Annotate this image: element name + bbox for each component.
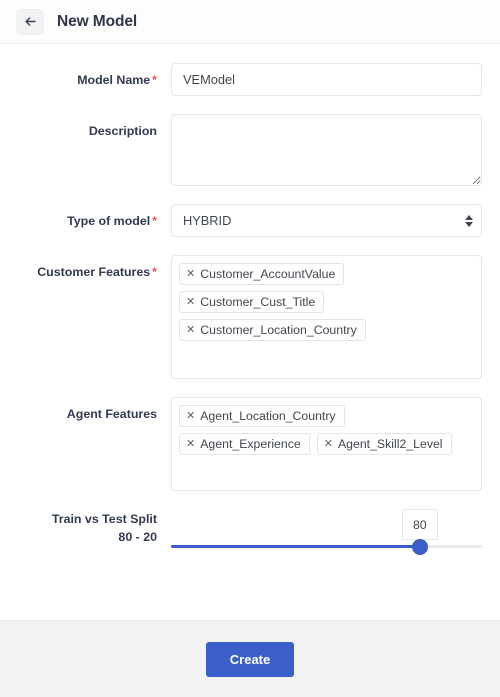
tag-label: Customer_Cust_Title: [200, 295, 316, 309]
customer-features-field-wrap: ✕ Customer_AccountValue ✕ Customer_Cust_…: [171, 255, 482, 379]
close-icon[interactable]: ✕: [186, 438, 195, 450]
close-icon[interactable]: ✕: [186, 410, 195, 422]
tag-chip[interactable]: ✕ Agent_Experience: [179, 433, 310, 455]
customer-features-required-marker: *: [152, 265, 157, 279]
type-of-model-label: Type of model *: [8, 204, 171, 231]
type-of-model-label-text: Type of model: [67, 214, 151, 228]
model-name-input[interactable]: [171, 63, 482, 96]
page-header: New Model: [0, 0, 500, 44]
tag-chip[interactable]: ✕ Agent_Location_Country: [179, 405, 345, 427]
tag-chip[interactable]: ✕ Customer_Location_Country: [179, 319, 366, 341]
tag-label: Customer_AccountValue: [200, 267, 336, 281]
slider-track[interactable]: [171, 538, 482, 555]
tag-label: Agent_Location_Country: [200, 409, 336, 423]
tag-label: Agent_Skill2_Level: [337, 437, 443, 451]
agent-features-multiselect[interactable]: ✕ Agent_Location_Country ✕ Agent_Experie…: [171, 397, 482, 491]
customer-features-label: Customer Features *: [8, 255, 171, 282]
type-of-model-required-marker: *: [152, 214, 157, 228]
arrow-left-icon: [24, 15, 37, 28]
tag-chip[interactable]: ✕ Customer_AccountValue: [179, 263, 345, 285]
new-model-page: New Model Model Name* Description Type o…: [0, 0, 500, 697]
page-footer: Create: [0, 620, 500, 697]
model-name-label: Model Name *: [8, 63, 171, 90]
customer-features-label-text: Customer Features: [37, 265, 151, 279]
train-test-split-field-wrap: 80: [171, 509, 482, 579]
model-name-field-wrap: [171, 63, 482, 96]
page-title: New Model: [57, 12, 138, 30]
customer-features-multiselect[interactable]: ✕ Customer_AccountValue ✕ Customer_Cust_…: [171, 255, 482, 379]
type-of-model-select[interactable]: HYBRID: [171, 204, 482, 237]
tag-label: Agent_Experience: [200, 437, 301, 451]
agent-features-label: Agent Features: [66, 407, 157, 421]
form-row-model-name: Model Name *: [0, 63, 500, 96]
slider-thumb[interactable]: [411, 538, 428, 555]
train-test-split-label: Train vs Test Split 80 - 20: [8, 509, 171, 547]
form-row-agent-features: Agent Features ✕ Agent_Location_Country …: [0, 397, 500, 491]
form-row-type-of-model: Type of model * HYBRID: [0, 204, 500, 237]
type-of-model-field-wrap: HYBRID: [171, 204, 482, 237]
form-row-customer-features: Customer Features * ✕ Customer_AccountVal…: [0, 255, 500, 379]
back-button[interactable]: [16, 8, 44, 35]
tag-chip[interactable]: ✕ Customer_Cust_Title: [179, 291, 325, 313]
train-test-split-label-line1: Train vs Test Split: [51, 512, 157, 526]
form-row-description: Description: [0, 114, 500, 186]
train-test-split-slider[interactable]: 80: [171, 509, 482, 579]
model-name-required-marker: *: [152, 73, 157, 87]
create-button[interactable]: Create: [206, 641, 294, 677]
tag-label: Customer_Location_Country: [200, 323, 357, 337]
description-label: Description: [88, 124, 157, 138]
train-test-split-label-line2: 80 - 20: [118, 529, 157, 544]
type-of-model-select-wrap: HYBRID: [171, 204, 482, 237]
form-row-train-test-split: Train vs Test Split 80 - 20 80: [0, 509, 500, 579]
description-field-wrap: [171, 114, 482, 186]
close-icon[interactable]: ✕: [186, 268, 195, 280]
tag-chip[interactable]: ✕ Agent_Skill2_Level: [316, 433, 452, 455]
model-name-label-text: Model Name: [77, 73, 151, 87]
type-of-model-selected-value: HYBRID: [183, 213, 232, 228]
slider-value-badge: 80: [401, 509, 438, 540]
close-icon[interactable]: ✕: [324, 438, 333, 450]
agent-features-field-wrap: ✕ Agent_Location_Country ✕ Agent_Experie…: [171, 397, 482, 491]
close-icon[interactable]: ✕: [186, 296, 195, 308]
model-form: Model Name* Description Type of model* H…: [0, 44, 500, 620]
close-icon[interactable]: ✕: [186, 324, 195, 336]
slider-fill: [171, 545, 420, 548]
description-textarea[interactable]: [171, 114, 482, 186]
